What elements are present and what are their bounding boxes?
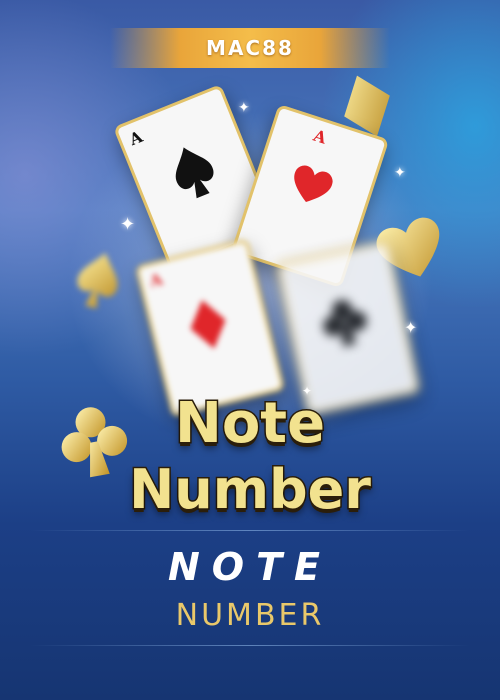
promo-poster: MAC88 A A A ✦ ✦ ✦ ✦ ✦ Note Number NOTE N… (0, 0, 500, 700)
card-rank: A (126, 126, 146, 150)
sparkle-icon: ✦ (404, 318, 418, 337)
heart-icon (294, 165, 333, 203)
subheading-line-1: NOTE (168, 545, 332, 589)
subheading-line-2: NUMBER (175, 598, 325, 633)
headline-line-1: Note (173, 390, 326, 457)
brand-name: MAC88 (206, 36, 294, 60)
sparkle-icon: ✦ (238, 100, 250, 116)
sparkle-icon: ✦ (120, 214, 136, 235)
gold-spade-icon (77, 252, 118, 309)
card-rank: A (147, 269, 165, 291)
headline-line-2: Number (128, 457, 373, 523)
brand-banner: MAC88 (110, 28, 390, 68)
divider-bottom (30, 645, 470, 646)
spade-icon (175, 147, 214, 199)
club-icon (323, 299, 367, 347)
diamond-icon (190, 300, 226, 349)
sparkle-icon: ✦ (394, 165, 406, 181)
divider-top (30, 530, 470, 531)
card-rank: A (311, 125, 329, 148)
